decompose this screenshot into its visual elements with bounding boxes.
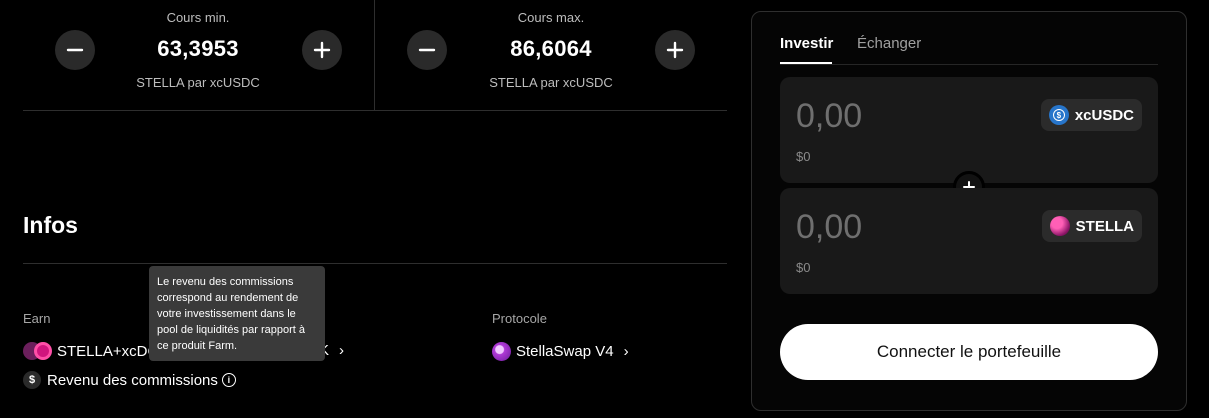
max-price-increase-button[interactable] <box>655 30 695 70</box>
token-input-xcusdc[interactable]: 0,00 $0 $ xcUSDC <box>780 77 1158 183</box>
minus-icon <box>66 48 84 52</box>
stellaswap-logo-icon <box>492 342 511 361</box>
protocol-link[interactable]: StellaSwap V4 › <box>492 342 629 361</box>
token-input-stella[interactable]: 0,00 $0 STELLA <box>780 188 1158 294</box>
usd-value: $0 <box>796 149 811 164</box>
tab-investir[interactable]: Investir <box>780 35 833 52</box>
infos-title: Infos <box>23 212 78 238</box>
min-price-label: Cours min. <box>166 10 230 25</box>
invest-panel: Investir Échanger 0,00 $0 $ xcUSDC 0,00 … <box>751 11 1187 411</box>
max-price-label: Cours max. <box>517 10 585 25</box>
min-price-decrease-button[interactable] <box>55 30 95 70</box>
active-tab-indicator <box>780 62 832 64</box>
info-icon[interactable]: i <box>221 373 236 387</box>
earn-label: Earn <box>23 311 51 326</box>
commission-row[interactable]: $ Revenu des commissions i <box>23 371 236 389</box>
plus-icon <box>666 41 684 59</box>
commission-label: Revenu des commissions <box>47 371 218 389</box>
stella-icon <box>1049 216 1070 236</box>
token-symbol: xcUSDC <box>1074 106 1134 124</box>
connect-wallet-button[interactable]: Connecter le portefeuille <box>780 324 1158 380</box>
earn-farm-link[interactable]: STELLA+xcDC <box>23 342 158 360</box>
chevron-right-icon: › <box>623 343 629 360</box>
token-selector-stella[interactable]: STELLA <box>1041 210 1142 242</box>
token-symbol: STELLA <box>1075 217 1134 235</box>
tab-echanger[interactable]: Échanger <box>857 35 921 52</box>
protocol-label: Protocole <box>492 311 547 326</box>
commission-tooltip: Le revenu des commissions correspond au … <box>149 266 325 361</box>
usdc-icon: $ <box>1048 105 1069 125</box>
max-price-unit: STELLA par xcUSDC <box>489 75 613 90</box>
dollar-icon: $ <box>23 371 41 389</box>
range-bottom-divider <box>23 110 727 111</box>
protocol-name: StellaSwap V4 <box>516 343 614 360</box>
token-selector-xcusdc[interactable]: $ xcUSDC <box>1040 99 1142 131</box>
usd-value: $0 <box>796 260 811 275</box>
infos-divider <box>23 263 727 264</box>
tabs-divider <box>780 64 1158 65</box>
minus-icon <box>418 48 436 52</box>
earn-farm-name: STELLA+xcDC <box>57 342 159 360</box>
farm-pair-icon <box>23 342 55 360</box>
min-price-increase-button[interactable] <box>302 30 342 70</box>
min-price-unit: STELLA par xcUSDC <box>136 75 260 90</box>
amount-input[interactable]: 0,00 <box>796 97 862 136</box>
max-price-decrease-button[interactable] <box>407 30 447 70</box>
amount-input[interactable]: 0,00 <box>796 208 862 247</box>
plus-icon <box>313 41 331 59</box>
chevron-right-icon: › <box>339 342 345 359</box>
